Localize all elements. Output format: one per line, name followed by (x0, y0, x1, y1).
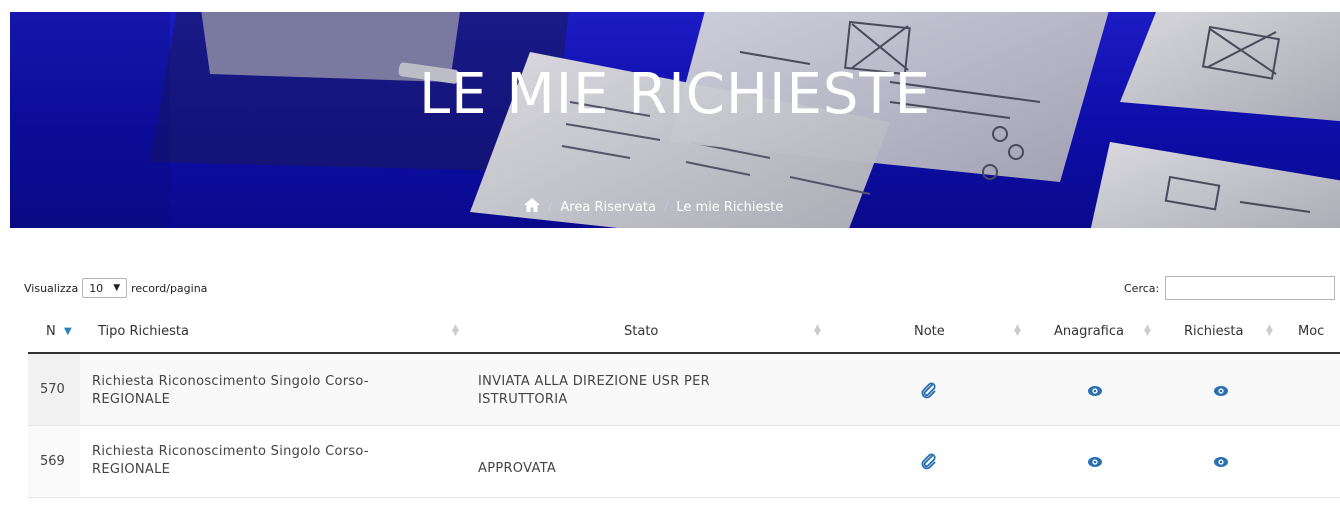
paperclip-icon[interactable] (920, 452, 938, 470)
records-label: record/pagina (131, 281, 208, 295)
breadcrumb-separator: / (548, 199, 553, 215)
sort-icon: ▲ ▼ (1266, 323, 1273, 338)
search-input[interactable] (1165, 276, 1336, 300)
column-header-note[interactable]: Note (914, 324, 945, 339)
breadcrumb-separator: / (663, 199, 669, 215)
breadcrumb-item-current: Le mie Richieste (676, 199, 784, 215)
page-size-select[interactable]: 10 ▼ (82, 278, 128, 298)
table-header: N ▼ Tipo Richiesta ▲ ▼ Stato ▲ ▼ Note ▲ ▼ A… (28, 316, 1340, 354)
requests-table: N ▼ Tipo Richiesta ▲ ▼ Stato ▲ ▼ Note ▲ ▼ A… (28, 316, 1340, 498)
home-icon[interactable] (524, 198, 540, 216)
sort-icon: ▲ ▼ (452, 323, 459, 338)
breadcrumb: / Area Riservata / Le mie Richieste (524, 198, 783, 216)
show-label: Visualizza (24, 281, 79, 295)
breadcrumb-item-area-riservata[interactable]: Area Riservata (560, 200, 656, 215)
page-title: LE MIE RICHIESTE (418, 62, 932, 127)
eye-icon[interactable] (1212, 382, 1230, 400)
table-row: 569 Richiesta Riconoscimento Singolo Cor… (28, 426, 1340, 498)
search-label: Cerca: (1124, 281, 1160, 295)
stato-cell: APPROVATA (478, 461, 557, 476)
column-header-anagrafica[interactable]: Anagrafica (1054, 324, 1124, 339)
sort-desc-icon: ▼ (64, 326, 72, 337)
chevron-down-icon: ▼ (113, 283, 121, 293)
tipo-richiesta-cell: Richiesta Riconoscimento Singolo Corso- … (92, 374, 369, 407)
sort-icon: ▲ ▼ (814, 323, 821, 338)
eye-icon[interactable] (1086, 382, 1104, 400)
column-header-moc[interactable]: Moc (1298, 324, 1324, 339)
sort-icon: ▲ ▼ (1014, 323, 1021, 338)
stato-cell: INVIATA ALLA DIREZIONE USR PER ISTRUTTOR… (478, 374, 710, 407)
hero-banner: LE MIE RICHIESTE / Area Riservata / Le m… (10, 12, 1340, 228)
sort-icon: ▲ ▼ (1144, 323, 1151, 338)
row-number: 569 (28, 426, 80, 497)
column-header-tipo-richiesta[interactable]: Tipo Richiesta (98, 324, 189, 339)
paperclip-icon[interactable] (920, 381, 938, 399)
eye-icon[interactable] (1212, 453, 1230, 471)
eye-icon[interactable] (1086, 453, 1104, 471)
column-header-n[interactable]: N (46, 324, 56, 339)
tipo-richiesta-cell: Richiesta Riconoscimento Singolo Corso- … (92, 444, 369, 477)
row-number: 570 (28, 354, 80, 425)
page-size-control: Visualizza 10 ▼ record/pagina (24, 278, 207, 298)
column-header-stato[interactable]: Stato (624, 324, 658, 339)
table-row: 570 Richiesta Riconoscimento Singolo Cor… (28, 354, 1340, 426)
search-control: Cerca: (1124, 276, 1336, 300)
column-header-richiesta[interactable]: Richiesta (1184, 324, 1243, 339)
